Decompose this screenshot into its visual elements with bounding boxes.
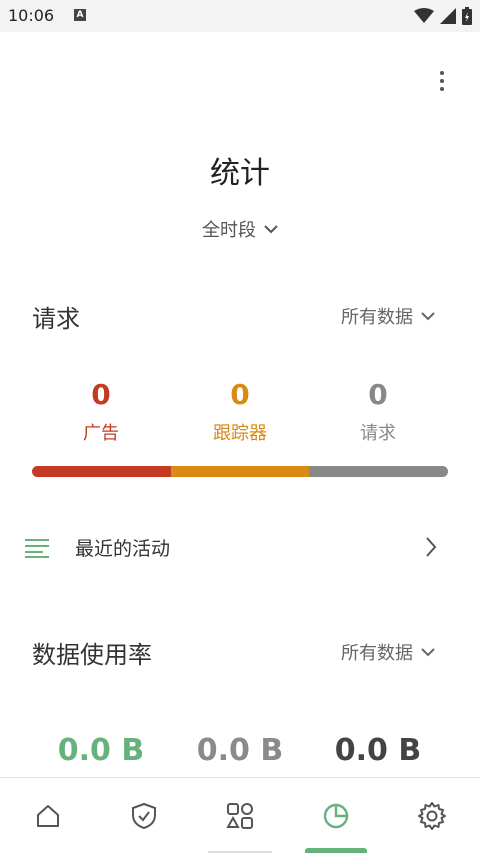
more-dot-icon xyxy=(440,87,444,91)
system-icons xyxy=(414,7,472,25)
trackers-stat: 0 跟踪器 xyxy=(180,378,300,445)
requests-filter-dropdown[interactable]: 所有数据 xyxy=(341,303,435,329)
requests-count: 0 xyxy=(368,378,388,411)
usage-section-title: 数据使用率 xyxy=(32,641,152,669)
chevron-right-icon xyxy=(426,537,437,557)
chevron-down-icon xyxy=(264,225,278,234)
more-options-button[interactable] xyxy=(428,66,456,96)
shield-check-icon xyxy=(132,802,156,830)
usage-value-blocked: 0.0 B xyxy=(196,733,284,768)
requests-section-title: 请求 xyxy=(32,305,80,333)
page-title: 统计 xyxy=(210,156,270,191)
notification-icon: A xyxy=(74,9,86,21)
home-icon xyxy=(37,805,59,827)
recent-activity-row[interactable]: 最近的活动 xyxy=(0,520,480,576)
nav-protection[interactable] xyxy=(96,778,192,854)
usage-value-saved: 0.0 B xyxy=(57,733,145,768)
status-bar xyxy=(0,0,480,32)
period-selector[interactable]: 全时段 xyxy=(0,216,480,242)
usage-value-total: 0.0 B xyxy=(334,733,422,768)
trackers-count: 0 xyxy=(230,378,250,411)
recent-activity-label: 最近的活动 xyxy=(75,538,171,560)
nav-settings[interactable] xyxy=(384,778,480,854)
bar-segment-0 xyxy=(32,466,171,477)
apps-icon xyxy=(226,803,253,829)
pie-chart-icon xyxy=(323,803,349,829)
bar-segment-1 xyxy=(170,466,310,477)
battery-icon xyxy=(462,7,472,25)
list-lines-icon xyxy=(25,539,49,558)
requests-stat: 0 请求 xyxy=(318,378,438,445)
nav-statistics[interactable] xyxy=(288,778,384,854)
more-dot-icon xyxy=(440,79,444,83)
usage-filter-dropdown[interactable]: 所有数据 xyxy=(341,639,435,665)
bottom-navigation xyxy=(0,777,480,854)
status-time: 10:06 xyxy=(8,6,55,25)
signal-icon xyxy=(440,8,456,24)
nav-home[interactable] xyxy=(0,778,96,854)
more-dot-icon xyxy=(440,71,444,75)
trackers-label: 跟踪器 xyxy=(213,423,267,444)
gear-icon xyxy=(418,802,446,830)
requests-distribution-bar xyxy=(32,466,448,477)
usage-filter-label: 所有数据 xyxy=(341,643,413,664)
wifi-icon xyxy=(414,8,434,23)
period-label: 全时段 xyxy=(202,220,256,241)
chevron-down-icon xyxy=(421,312,435,321)
ads-label: 广告 xyxy=(83,423,119,444)
bar-segment-2 xyxy=(309,466,448,477)
nav-apps[interactable] xyxy=(192,778,288,854)
ads-stat: 0 广告 xyxy=(41,378,161,445)
requests-filter-label: 所有数据 xyxy=(341,307,413,328)
requests-label: 请求 xyxy=(360,423,396,444)
active-tab-indicator xyxy=(305,848,367,853)
chevron-down-icon xyxy=(421,648,435,657)
ads-count: 0 xyxy=(91,378,111,411)
